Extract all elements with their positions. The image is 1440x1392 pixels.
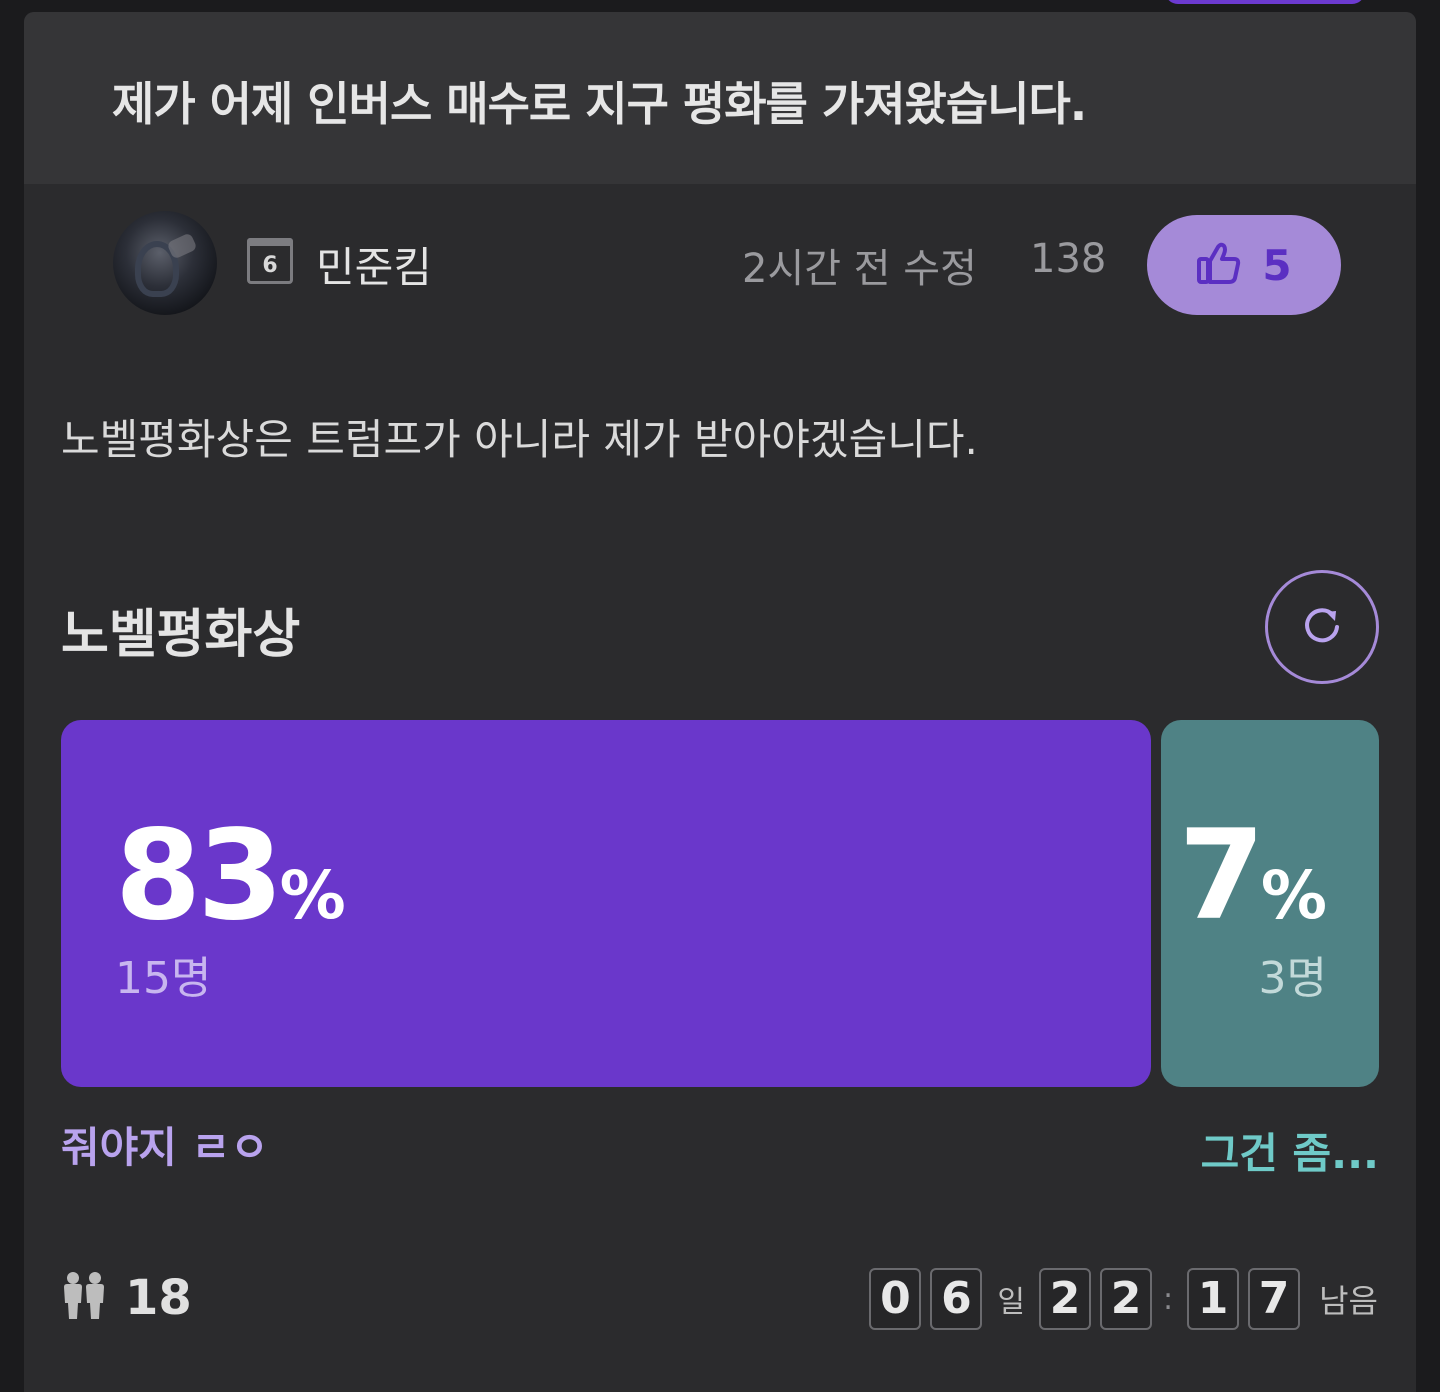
option-b-label[interactable]: 그건 좀...: [1201, 1120, 1379, 1181]
top-pill-decoration: [1165, 0, 1365, 4]
timer-digit: 7: [1248, 1268, 1301, 1330]
post-body: 노벨평화상은 트럼프가 아니라 제가 받아야겠습니다.: [61, 415, 978, 464]
option-a-count: 15명: [115, 953, 212, 1004]
poll-option-a[interactable]: 83% 15명: [61, 720, 1172, 1087]
level-number: 6: [262, 253, 278, 278]
thumbs-up-icon: [1196, 241, 1242, 289]
option-a-label[interactable]: 줘야지 ㄹㅇ: [61, 1114, 269, 1175]
post-card: 제가 어제 인버스 매수로 지구 평화를 가져왔습니다. 6 민준킴 2시간 전…: [24, 12, 1416, 1392]
participant-count: 18: [125, 1270, 192, 1326]
refresh-icon: [1300, 603, 1344, 651]
poll-title: 노벨평화상: [61, 605, 301, 665]
timer-day-unit: 일: [997, 1285, 1025, 1320]
post-title: 제가 어제 인버스 매수로 지구 평화를 가져왔습니다.: [112, 77, 1087, 131]
post-title-bar: 제가 어제 인버스 매수로 지구 평화를 가져왔습니다.: [24, 12, 1416, 184]
people-icon: [61, 1271, 107, 1325]
refresh-button[interactable]: [1265, 570, 1379, 684]
option-b-percent: 7%: [1178, 804, 1327, 948]
option-a-percent: 83%: [115, 804, 346, 948]
view-count: 138: [1030, 236, 1107, 282]
timer-separator: :: [1163, 1281, 1174, 1317]
timer-digit: 1: [1187, 1268, 1240, 1330]
edited-time: 2시간 전 수정: [742, 246, 977, 292]
countdown-timer: 0 6 일 2 2 : 1 7 남음: [869, 1268, 1378, 1330]
timer-digit: 2: [1039, 1268, 1091, 1330]
timer-digit: 0: [869, 1268, 922, 1330]
author-name[interactable]: 민준킴: [316, 234, 432, 295]
calendar-badge-icon: 6: [247, 238, 293, 284]
timer-digit: 6: [930, 1268, 983, 1330]
timer-digit: 2: [1100, 1268, 1152, 1330]
poll-option-b[interactable]: 7% 3명: [1161, 720, 1379, 1087]
timer-remaining-label: 남음: [1319, 1282, 1378, 1320]
like-button[interactable]: 5: [1147, 215, 1341, 315]
option-b-count: 3명: [1258, 953, 1327, 1004]
avatar[interactable]: [113, 211, 217, 315]
participants: 18: [61, 1270, 192, 1326]
like-count: 5: [1262, 240, 1292, 290]
